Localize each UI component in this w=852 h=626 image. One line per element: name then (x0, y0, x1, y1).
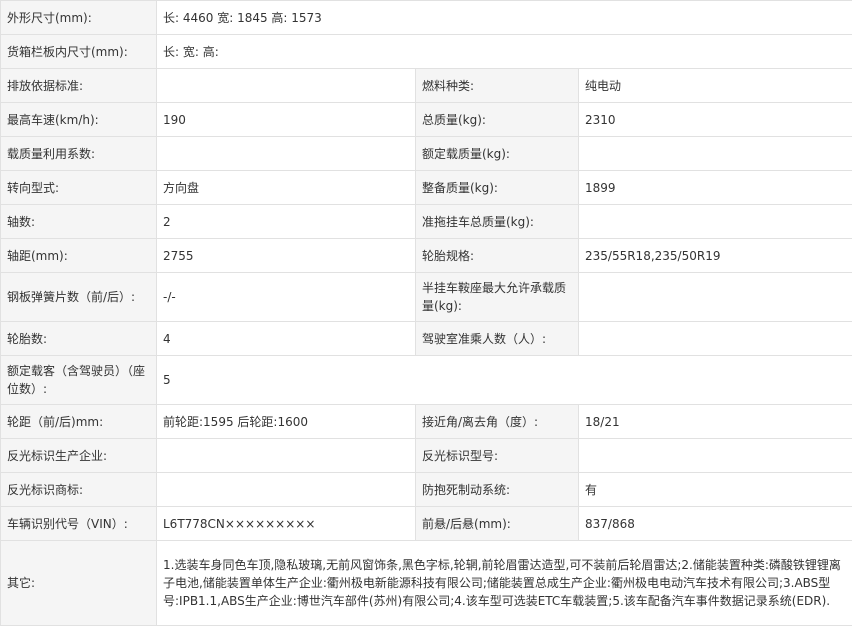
spec-value (579, 137, 852, 171)
spec-label: 轴距(mm): (1, 239, 157, 273)
spec-label: 轮胎规格: (416, 239, 579, 273)
spec-label: 轴数: (1, 205, 157, 239)
spec-value (579, 322, 852, 356)
spec-label: 反光标识商标: (1, 473, 157, 507)
spec-value: L6T778CN××××××××× (157, 507, 416, 541)
spec-value (157, 439, 416, 473)
spec-value: 235/55R18,235/50R19 (579, 239, 852, 273)
vehicle-spec-table: 外形尺寸(mm): 长: 4460 宽: 1845 高: 1573 货箱栏板内尺… (0, 0, 852, 626)
spec-label: 最高车速(km/h): (1, 103, 157, 137)
table-row: 排放依据标准: 燃料种类: 纯电动 (1, 69, 852, 103)
spec-label: 反光标识生产企业: (1, 439, 157, 473)
spec-value: -/- (157, 273, 416, 322)
spec-value (157, 69, 416, 103)
table-row: 钢板弹簧片数（前/后）: -/- 半挂车鞍座最大允许承载质量(kg): (1, 273, 852, 322)
spec-label: 轮胎数: (1, 322, 157, 356)
spec-value: 18/21 (579, 405, 852, 439)
spec-value: 2 (157, 205, 416, 239)
spec-label: 车辆识别代号（VIN）: (1, 507, 157, 541)
table-row: 轮胎数: 4 驾驶室准乘人数（人）: (1, 322, 852, 356)
table-row: 轴数: 2 准拖挂车总质量(kg): (1, 205, 852, 239)
spec-value: 有 (579, 473, 852, 507)
spec-label: 燃料种类: (416, 69, 579, 103)
spec-value (157, 473, 416, 507)
spec-label: 总质量(kg): (416, 103, 579, 137)
spec-value (157, 137, 416, 171)
spec-label: 转向型式: (1, 171, 157, 205)
spec-label: 半挂车鞍座最大允许承载质量(kg): (416, 273, 579, 322)
spec-notes: 1.选装车身同色车顶,隐私玻璃,无前风窗饰条,黑色字标,轮辋,前轮眉雷达造型,可… (157, 541, 852, 626)
spec-value: 纯电动 (579, 69, 852, 103)
spec-value: 长: 宽: 高: (157, 35, 852, 69)
spec-label: 防抱死制动系统: (416, 473, 579, 507)
table-row: 反光标识生产企业: 反光标识型号: (1, 439, 852, 473)
spec-label: 整备质量(kg): (416, 171, 579, 205)
spec-label: 外形尺寸(mm): (1, 1, 157, 35)
spec-label: 前悬/后悬(mm): (416, 507, 579, 541)
table-row: 货箱栏板内尺寸(mm): 长: 宽: 高: (1, 35, 852, 69)
spec-value (579, 273, 852, 322)
spec-value: 2755 (157, 239, 416, 273)
spec-value: 长: 4460 宽: 1845 高: 1573 (157, 1, 852, 35)
spec-value: 前轮距:1595 后轮距:1600 (157, 405, 416, 439)
spec-label: 驾驶室准乘人数（人）: (416, 322, 579, 356)
spec-label: 反光标识型号: (416, 439, 579, 473)
spec-value: 5 (157, 356, 852, 405)
spec-label: 额定载客（含驾驶员）（座位数）: (1, 356, 157, 405)
table-row: 轴距(mm): 2755 轮胎规格: 235/55R18,235/50R19 (1, 239, 852, 273)
table-row: 轮距（前/后)mm: 前轮距:1595 后轮距:1600 接近角/离去角（度）:… (1, 405, 852, 439)
spec-label: 货箱栏板内尺寸(mm): (1, 35, 157, 69)
spec-value: 4 (157, 322, 416, 356)
table-row: 反光标识商标: 防抱死制动系统: 有 (1, 473, 852, 507)
table-row: 外形尺寸(mm): 长: 4460 宽: 1845 高: 1573 (1, 1, 852, 35)
table-row: 转向型式: 方向盘 整备质量(kg): 1899 (1, 171, 852, 205)
table-row: 车辆识别代号（VIN）: L6T778CN××××××××× 前悬/后悬(mm)… (1, 507, 852, 541)
spec-label: 载质量利用系数: (1, 137, 157, 171)
spec-label: 准拖挂车总质量(kg): (416, 205, 579, 239)
spec-label: 轮距（前/后)mm: (1, 405, 157, 439)
spec-value (579, 439, 852, 473)
table-row: 额定载客（含驾驶员）（座位数）: 5 (1, 356, 852, 405)
spec-value: 837/868 (579, 507, 852, 541)
spec-value: 1899 (579, 171, 852, 205)
table-row: 最高车速(km/h): 190 总质量(kg): 2310 (1, 103, 852, 137)
spec-label: 额定载质量(kg): (416, 137, 579, 171)
spec-value (579, 205, 852, 239)
spec-label: 其它: (1, 541, 157, 626)
spec-label: 接近角/离去角（度）: (416, 405, 579, 439)
spec-label: 排放依据标准: (1, 69, 157, 103)
spec-label: 钢板弹簧片数（前/后）: (1, 273, 157, 322)
spec-value: 方向盘 (157, 171, 416, 205)
spec-value: 2310 (579, 103, 852, 137)
table-row: 载质量利用系数: 额定载质量(kg): (1, 137, 852, 171)
table-row: 其它: 1.选装车身同色车顶,隐私玻璃,无前风窗饰条,黑色字标,轮辋,前轮眉雷达… (1, 541, 852, 626)
spec-value: 190 (157, 103, 416, 137)
